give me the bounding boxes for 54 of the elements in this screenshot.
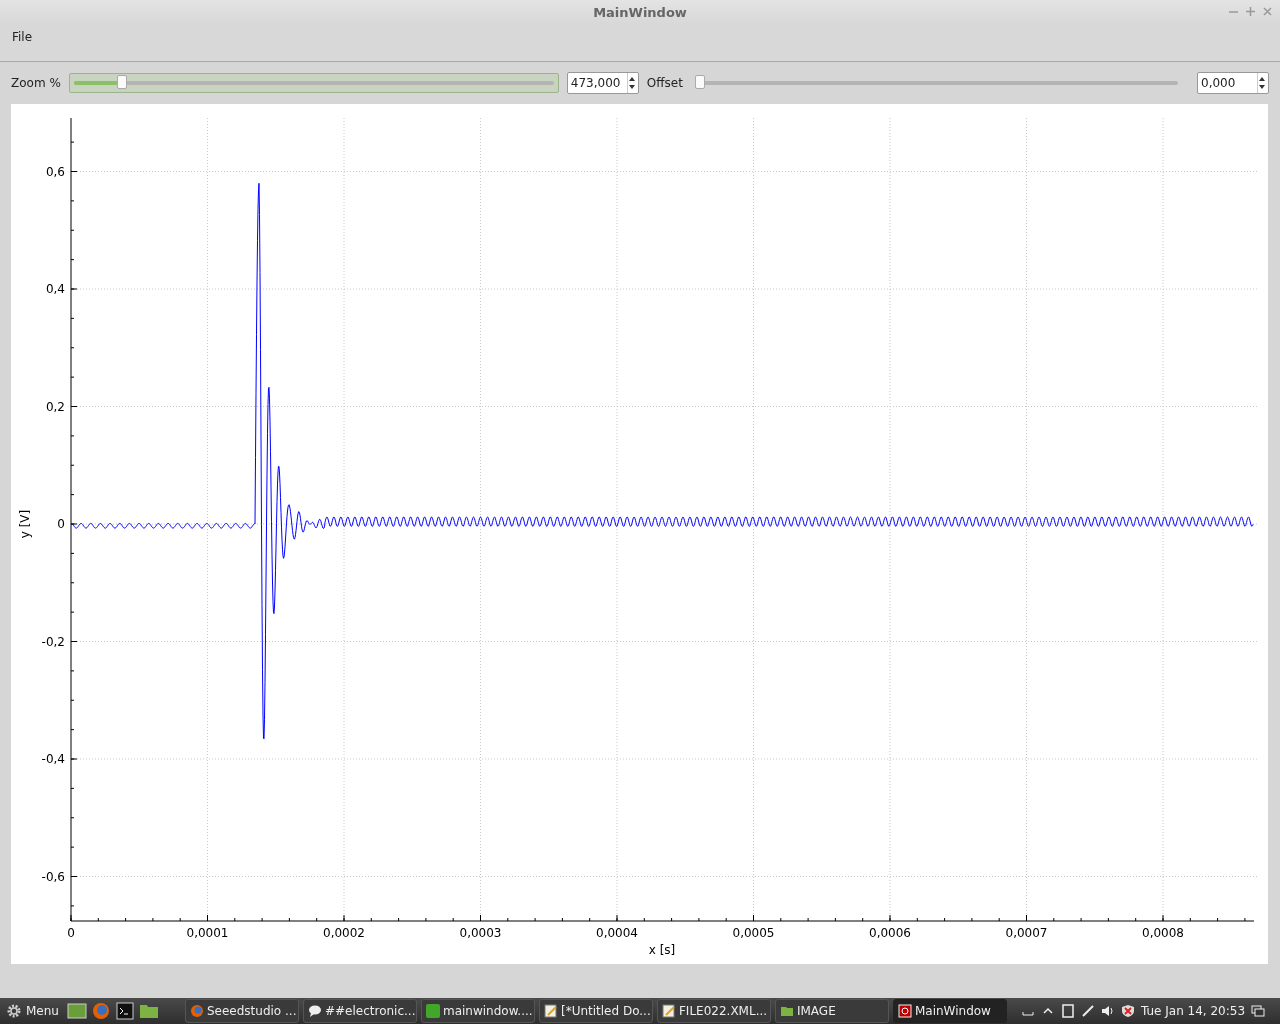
y-tick-label: -0,4 xyxy=(41,752,65,766)
x-tick-label: 0,0007 xyxy=(1005,926,1048,940)
taskbar-button[interactable]: mainwindow.... xyxy=(420,999,535,1023)
y-tick-label: 0 xyxy=(57,517,65,531)
zoom-slider[interactable] xyxy=(68,73,559,93)
x-axis-title: x [s] xyxy=(648,943,676,957)
globe-icon[interactable] xyxy=(90,1002,111,1020)
terminal-icon[interactable] xyxy=(114,1002,135,1020)
y-tick-label: 0,4 xyxy=(45,282,65,296)
shield-icon[interactable] xyxy=(1120,1004,1135,1018)
folder-icon[interactable] xyxy=(138,1002,159,1020)
chat-bubble-icon xyxy=(307,1004,322,1018)
menu-item[interactable]: File xyxy=(6,28,39,46)
globe-icon xyxy=(189,1004,204,1018)
taskbar-button[interactable]: MainWindow xyxy=(892,999,1007,1023)
y-tick-label: -0,2 xyxy=(41,634,65,649)
up-arrow-icon[interactable] xyxy=(627,75,636,83)
y-axis-title: y [V] xyxy=(18,509,32,539)
taskbar-button[interactable]: [*Untitled Do... xyxy=(538,999,653,1023)
offset-label: Offset xyxy=(646,76,683,90)
start-menu-button[interactable]: Menu xyxy=(2,1003,63,1019)
x-tick-label: 0,0004 xyxy=(596,926,638,940)
number-spinbox[interactable]: 0,000 xyxy=(1197,72,1269,94)
taskbar-button[interactable]: Seeedstudio ... xyxy=(184,999,299,1023)
x-tick-label: 0,0008 xyxy=(1142,926,1184,940)
taskbar-button[interactable]: ##electronic... xyxy=(302,999,417,1023)
volume-icon[interactable] xyxy=(1100,1004,1115,1018)
taskbar-button[interactable]: FILE022.XML... xyxy=(656,999,771,1023)
x-tick-label: 0,0005 xyxy=(732,926,775,940)
notepad-icon xyxy=(661,1004,676,1018)
y-tick-label: 0,6 xyxy=(45,164,65,179)
app-window-icon xyxy=(897,1004,912,1018)
x-tick-label: 0,0002 xyxy=(323,926,365,940)
folder-icon xyxy=(779,1004,794,1018)
y-tick-label: -0,6 xyxy=(41,869,65,884)
x-tick-label: 0,0006 xyxy=(869,926,911,940)
taskbar-button[interactable]: IMAGE xyxy=(774,999,889,1023)
notepad-icon xyxy=(543,1004,558,1018)
clock-text: Tue Jan 14, 20:53 xyxy=(1140,1004,1246,1018)
windows-icon[interactable] xyxy=(1251,1004,1266,1018)
down-arrow-icon[interactable] xyxy=(627,83,636,91)
y-tick-label: 0,2 xyxy=(45,399,65,414)
desktop-icon[interactable] xyxy=(66,1002,87,1020)
up-arrow-icon[interactable] xyxy=(1258,75,1266,83)
down-arrow-icon[interactable] xyxy=(1258,83,1266,91)
x-tick-label: 0 xyxy=(67,926,75,940)
window-title: MainWindow xyxy=(593,4,687,20)
x-tick-label: 0,0003 xyxy=(459,926,502,940)
slider-handle[interactable] xyxy=(116,75,127,89)
gear-icon xyxy=(6,1003,22,1019)
slider-handle[interactable] xyxy=(694,75,705,89)
zoom-label: Zoom % xyxy=(11,76,61,90)
number-spinbox[interactable]: 473,000 xyxy=(566,72,639,94)
x-tick-label: 0,0001 xyxy=(186,926,229,940)
